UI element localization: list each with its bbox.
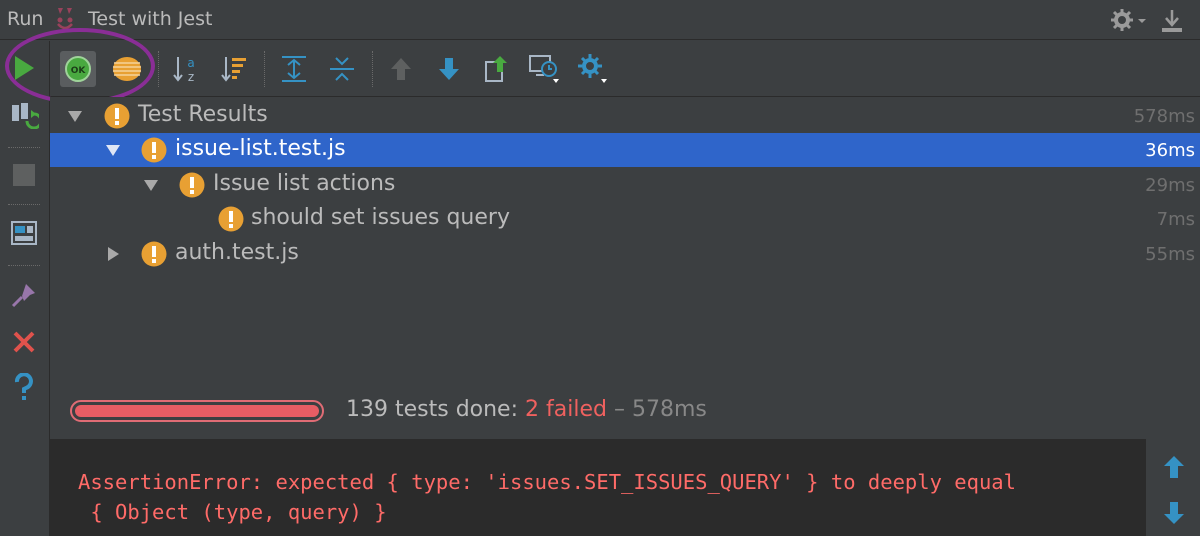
tests-done-text: 139 tests done:	[346, 397, 519, 422]
toolbar-separator	[8, 204, 40, 205]
test-status-bar: 139 tests done: 2 failed – 578ms	[50, 387, 1200, 439]
settings-gear-icon[interactable]	[1110, 8, 1150, 32]
toolbar-separator	[158, 51, 159, 87]
jest-icon	[55, 6, 75, 32]
rerun-icon[interactable]	[7, 51, 41, 85]
tree-row-label: auth.test.js	[175, 240, 299, 265]
warning-icon	[179, 172, 205, 198]
tree-row-duration: 7ms	[1156, 209, 1195, 230]
show-passed-toggle[interactable]: OK	[60, 51, 96, 87]
tree-row-duration: 29ms	[1145, 175, 1195, 196]
tree-row-label: issue-list.test.js	[175, 136, 346, 161]
toolbar-separator	[372, 51, 373, 87]
tree-row-issue-list-actions[interactable]: Issue list actions 29ms	[50, 168, 1200, 202]
toolbar-separator	[8, 147, 40, 148]
warning-icon	[104, 103, 130, 129]
expand-arrow-icon[interactable]	[142, 176, 160, 194]
tool-window-title: Run	[7, 8, 44, 30]
previous-failed-test-icon[interactable]	[383, 51, 419, 87]
svg-text:a: a	[187, 56, 194, 70]
test-results-tree[interactable]: Test Results 578ms issue-list.test.js 36…	[50, 97, 1200, 387]
show-ignored-icon[interactable]	[109, 51, 145, 87]
close-icon[interactable]	[7, 325, 41, 359]
sort-by-duration-icon[interactable]	[216, 51, 252, 87]
help-icon[interactable]	[7, 371, 41, 405]
test-progress-bar	[70, 400, 324, 422]
run-configuration-name: Test with Jest	[88, 8, 213, 30]
collapsed-arrow-icon[interactable]	[104, 245, 122, 263]
up-stack-trace-icon[interactable]	[1160, 453, 1188, 481]
tree-row-issue-list-test[interactable]: issue-list.test.js 36ms	[50, 133, 1200, 167]
rerun-failed-tests-icon[interactable]	[7, 97, 41, 131]
tree-row-duration: 55ms	[1145, 244, 1195, 265]
warning-icon	[141, 137, 167, 163]
toolbar-separator	[8, 265, 40, 266]
expand-arrow-icon[interactable]	[66, 107, 84, 125]
warning-icon	[141, 241, 167, 267]
tree-row-label: should set issues query	[251, 205, 510, 230]
run-side-toolbar	[0, 41, 50, 536]
tree-row-test-results[interactable]: Test Results 578ms	[50, 99, 1200, 133]
test-summary: 139 tests done: 2 failed – 578ms	[346, 397, 707, 422]
assertion-error-line: AssertionError: expected { type: 'issues…	[78, 470, 1016, 494]
warning-icon	[218, 206, 244, 232]
tool-window-header: Run Test with Jest	[0, 0, 1200, 40]
pin-tab-icon[interactable]	[7, 278, 41, 312]
console-output[interactable]: AssertionError: expected { type: 'issues…	[50, 439, 1146, 536]
tests-failed-text[interactable]: 2 failed	[525, 397, 607, 422]
tree-row-duration: 36ms	[1145, 140, 1195, 161]
expand-all-icon[interactable]	[276, 51, 312, 87]
tree-row-auth-test[interactable]: auth.test.js 55ms	[50, 237, 1200, 271]
toolbar-separator	[264, 51, 265, 87]
tree-row-label: Test Results	[138, 102, 268, 127]
svg-text:z: z	[188, 70, 194, 84]
test-runner-toolbar: OK a z	[50, 41, 1200, 97]
next-failed-test-icon[interactable]	[431, 51, 467, 87]
stop-icon[interactable]	[7, 158, 41, 192]
ok-badge-text: OK	[71, 66, 87, 76]
restore-layout-icon[interactable]	[7, 216, 41, 250]
summary-dash: –	[613, 397, 625, 422]
test-history-icon[interactable]	[527, 51, 563, 87]
console-side-toolbar	[1146, 439, 1200, 536]
export-results-icon[interactable]	[479, 51, 515, 87]
tree-row-should-set-issues-query[interactable]: should set issues query 7ms	[50, 202, 1200, 236]
hide-panel-icon[interactable]	[1160, 8, 1184, 34]
total-duration-text: 578ms	[631, 397, 707, 422]
expand-arrow-icon[interactable]	[104, 141, 122, 159]
test-progress-fill	[75, 405, 319, 417]
settings-gear-dropdown-icon[interactable]	[575, 51, 611, 87]
down-stack-trace-icon[interactable]	[1160, 499, 1188, 527]
collapse-all-icon[interactable]	[324, 51, 360, 87]
tree-row-duration: 578ms	[1133, 106, 1195, 127]
assertion-error-detail-line: { Object (type, query) }	[78, 500, 387, 524]
tree-row-label: Issue list actions	[213, 171, 396, 196]
sort-alphabetically-icon[interactable]: a z	[168, 51, 204, 87]
